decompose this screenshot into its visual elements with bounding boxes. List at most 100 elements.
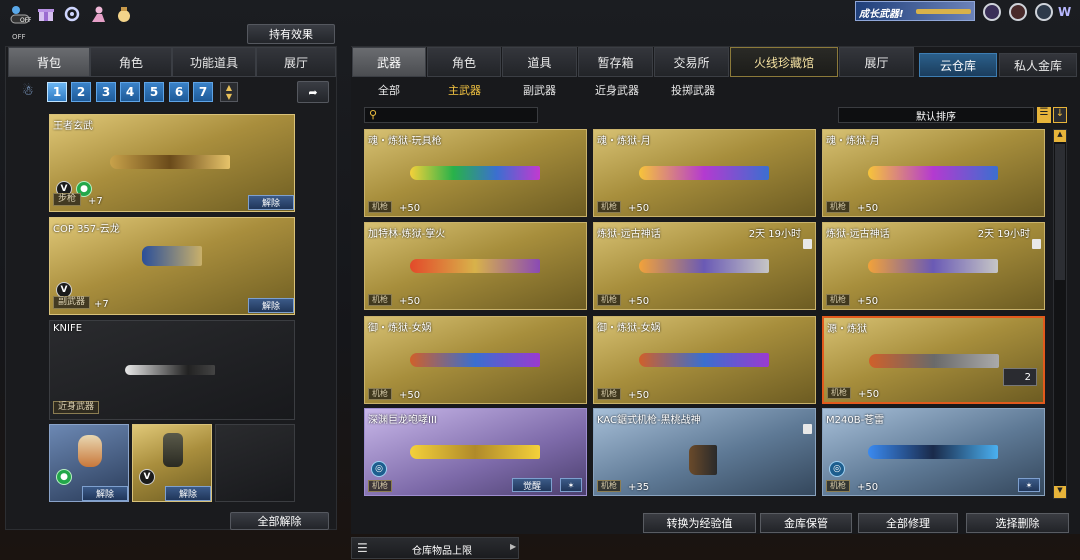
weapon-title: 炼狱-远古神话 [826, 229, 890, 240]
page-button-4[interactable]: 4 [120, 82, 140, 102]
w-logo-icon[interactable]: W [1058, 5, 1074, 19]
skull-badge-icon[interactable] [1035, 3, 1053, 21]
tab-showroom[interactable]: 展厅 [256, 47, 336, 77]
bag-icon[interactable] [113, 3, 135, 25]
off-toggle-icon[interactable]: OFF [9, 3, 31, 25]
weapon-card[interactable]: M240B-苍雷 ◎ 机枪 +50 ✶ [822, 408, 1045, 496]
weapon-card[interactable]: 魂・炼狱-月 机枪 +50 [593, 129, 816, 217]
tab-private-vault[interactable]: 私人金库 [999, 53, 1077, 77]
equipped-secondary-card[interactable]: COP 357-云龙 V 副武器 +7 解除 [49, 217, 295, 315]
awaken-button[interactable]: 觉醒 [512, 478, 552, 492]
weapon-image [410, 259, 540, 273]
trash-icon[interactable] [1032, 239, 1041, 249]
weapon-card[interactable]: 源・炼狱 机枪 +50 2 [822, 316, 1045, 404]
weapon-image [868, 445, 998, 459]
tab-exchange[interactable]: 交易所 [654, 47, 729, 77]
page-button-6[interactable]: 6 [169, 82, 189, 102]
gift-icon[interactable] [35, 3, 57, 25]
tab-function-items[interactable]: 功能道具 [172, 47, 256, 77]
weapon-title: 炼狱-远古神话 [597, 229, 661, 240]
tab-items[interactable]: 道具 [502, 47, 577, 77]
tab-cloud-storage[interactable]: 云仓库 [919, 53, 997, 77]
weapon-card[interactable]: 魂・炼狱-月 机枪 +50 [822, 129, 1045, 217]
scroll-thumb[interactable] [1055, 144, 1065, 280]
hold-effect-button[interactable]: 持有效果 [247, 24, 335, 44]
trash-icon[interactable] [803, 424, 812, 434]
weapon-title: 御・炼狱-女娲 [597, 323, 661, 334]
tab-weapons[interactable]: 武器 [352, 47, 426, 77]
page-button-7[interactable]: 7 [193, 82, 213, 102]
page-button-5[interactable]: 5 [144, 82, 164, 102]
select-delete-button[interactable]: 选择删除 [966, 513, 1069, 533]
repair-all-button[interactable]: 全部修理 [858, 513, 958, 533]
weapon-image [110, 155, 230, 169]
weapon-card[interactable]: 深渊巨龙咆哮III ◎ 机枪 觉醒 ✶ [364, 408, 587, 496]
page-stepper[interactable]: ▲ ▼ [220, 82, 238, 102]
equipped-melee-card[interactable]: KNIFE 近身武器 [49, 320, 295, 420]
throwable-card-1[interactable]: ● 解除 [49, 424, 129, 502]
page-button-2[interactable]: 2 [71, 82, 91, 102]
subtab-primary[interactable]: 主武器 [448, 82, 481, 98]
tab-showroom[interactable]: 展厅 [839, 47, 914, 77]
subtab-throwable[interactable]: 投掷武器 [671, 82, 715, 98]
equipped-primary-card[interactable]: 王者玄武 V ● 步枪 +7 解除 [49, 114, 295, 212]
unequip-button[interactable]: 解除 [165, 486, 211, 501]
weapon-card[interactable]: 魂・炼狱-玩具枪 机枪 +50 [364, 129, 587, 217]
enhance-level: +50 [628, 390, 650, 401]
refresh-icon[interactable] [61, 3, 83, 25]
scroll-down-icon[interactable]: ▼ [1054, 486, 1066, 498]
empty-slot[interactable] [215, 424, 295, 502]
weapon-image [142, 246, 202, 266]
unequip-button[interactable]: 解除 [82, 486, 128, 501]
weapon-card[interactable]: 炼狱-远古神话 2天 19小时 机枪 +50 [593, 222, 816, 310]
weapon-image [639, 259, 769, 273]
unequip-button[interactable]: 解除 [248, 298, 294, 313]
capacity-bar[interactable]: ☰ 仓库物品上限 ▶ [351, 537, 519, 559]
weapon-card[interactable]: 御・炼狱-女娲 机枪 +50 [593, 316, 816, 404]
subtab-melee[interactable]: 近身武器 [595, 82, 639, 98]
weapon-image [868, 259, 998, 273]
tab-storage-box[interactable]: 暂存箱 [578, 47, 653, 77]
unequip-all-button[interactable]: 全部解除 [230, 512, 329, 530]
weapon-title: M240B-苍雷 [826, 415, 885, 426]
unequip-button[interactable]: 解除 [248, 195, 294, 210]
tab-character[interactable]: 角色 [427, 47, 501, 77]
enhance-level: +35 [628, 482, 650, 493]
target-badge-icon[interactable] [1009, 3, 1027, 21]
vault-store-button[interactable]: 金库保管 [760, 513, 852, 533]
weapon-title: 御・炼狱-女娲 [368, 323, 432, 334]
character-icon[interactable] [87, 3, 109, 25]
tab-character[interactable]: 角色 [90, 47, 172, 77]
enhance-level: +50 [858, 389, 880, 400]
sort-select[interactable]: 默认排序 [838, 107, 1034, 123]
weapon-title: 魂・炼狱-月 [597, 136, 651, 147]
weapon-image [125, 365, 215, 375]
category-badge: 近身武器 [53, 401, 100, 414]
v-badge-icon[interactable] [983, 3, 1001, 21]
skin-button-icon[interactable]: ✶ [1018, 478, 1040, 492]
weapon-card[interactable]: 炼狱-远古神话 2天 19小时 机枪 +50 [822, 222, 1045, 310]
weapon-title: 魂・炼狱-月 [826, 136, 880, 147]
weapon-card[interactable]: 御・炼狱-女娲 机枪 +50 [364, 316, 587, 404]
enhance-level: +7 [94, 299, 109, 310]
list-view-icon[interactable]: ☰ [1037, 107, 1051, 123]
weapon-card[interactable]: 加特林-炼狱-掌火 机枪 +50 [364, 222, 587, 310]
skin-button-icon[interactable]: ✶ [560, 478, 582, 492]
search-input[interactable]: ⚲ [364, 107, 538, 123]
scroll-up-icon[interactable]: ▲ [1054, 130, 1066, 142]
tab-collection[interactable]: 火线珍藏馆 [730, 47, 838, 77]
category-badge: 机枪 [368, 388, 392, 400]
page-button-3[interactable]: 3 [96, 82, 116, 102]
tab-backpack[interactable]: 背包 [8, 47, 90, 77]
throwable-card-2[interactable]: V 解除 [132, 424, 212, 502]
weapon-card[interactable]: KAC鋸式机枪-黑桃战神 机枪 +35 [593, 408, 816, 496]
sort-direction-icon[interactable]: ↓ [1053, 107, 1067, 123]
subtab-all[interactable]: 全部 [378, 82, 400, 98]
scrollbar[interactable]: ▲ ▼ [1053, 129, 1067, 499]
convert-exp-button[interactable]: 转换为经验值 [643, 513, 756, 533]
subtab-secondary[interactable]: 副武器 [523, 82, 556, 98]
trash-icon[interactable] [803, 239, 812, 249]
share-icon[interactable]: ➦ [297, 81, 329, 103]
growth-weapon-banner[interactable]: 成长武器! [855, 1, 975, 21]
page-button-1[interactable]: 1 [47, 82, 67, 102]
